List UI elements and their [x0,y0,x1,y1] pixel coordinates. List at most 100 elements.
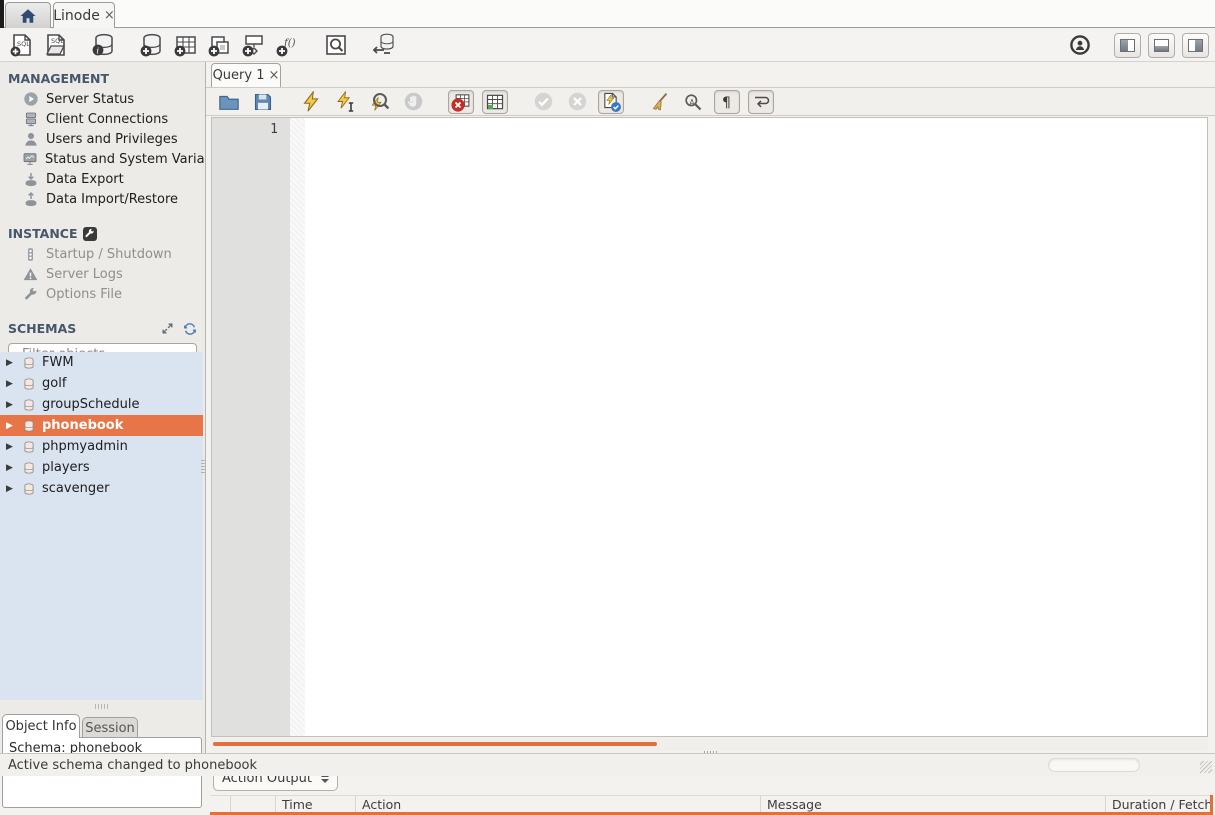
home-tab[interactable] [5,2,51,28]
instance-section-header: INSTANCE [0,217,205,244]
search-table-data-button[interactable] [322,31,350,59]
sidebar-item-users-privileges[interactable]: Users and Privileges [0,129,205,149]
user-account-button[interactable] [1066,31,1094,59]
column-duration[interactable]: Duration / Fetch [1106,796,1213,813]
create-table-icon [174,33,198,57]
management-title: MANAGEMENT [8,71,109,86]
sidebar-item-server-logs[interactable]: Server Logs [0,264,205,284]
sidebar-splitter[interactable] [0,700,203,713]
create-schema-button[interactable] [138,31,166,59]
toggle-right-sidebar-button[interactable] [1182,33,1209,58]
schema-row-phpmyadmin[interactable]: ▶ phpmyadmin [0,436,203,457]
schema-row-golf[interactable]: ▶ golf [0,373,203,394]
create-view-button[interactable] [206,31,234,59]
hscrollbar-thumb[interactable] [213,742,657,746]
sidebar-item-startup-shutdown[interactable]: Startup / Shutdown [0,244,205,264]
beautify-button[interactable] [646,90,672,114]
find-button[interactable]: A [680,90,706,114]
query-workspace: Query 1 × A ¶ 1 [205,62,1215,753]
column-message[interactable]: Message [761,796,1106,813]
database-icon [22,440,36,454]
close-icon[interactable]: × [269,68,280,83]
database-icon [22,398,36,412]
schema-row-phonebook[interactable]: ▶ phonebook [0,415,203,436]
save-script-button[interactable] [250,90,276,114]
window-tab-bar: Linode × [0,0,1215,28]
sync-database-button[interactable] [370,31,398,59]
create-table-button[interactable] [172,31,200,59]
editor-toolbar: A ¶ [206,87,1215,116]
schema-row-groupschedule[interactable]: ▶ groupSchedule [0,394,203,415]
new-query-tab-button[interactable]: SQL [8,31,36,59]
server-icon [22,111,39,127]
editor-hscrollbar[interactable] [211,738,1208,751]
schema-row-fwm[interactable]: ▶ FWM [0,352,203,373]
rollback-button[interactable] [564,90,590,114]
tab-session[interactable]: Session [82,717,138,738]
home-icon [19,7,37,25]
schema-inspector-button[interactable]: i [90,31,118,59]
tab-object-info[interactable]: Object Info [2,714,80,738]
connection-tab[interactable]: Linode × [53,2,115,28]
person-icon [22,131,39,147]
expander-icon[interactable]: ▶ [6,400,16,410]
limit-rows-button[interactable] [482,90,508,114]
commit-button[interactable] [530,90,556,114]
toggle-bottom-panel-button[interactable] [1148,33,1175,58]
object-info-tabs: Session Object Info [0,713,205,738]
open-sql-script-button[interactable]: SQL [42,31,70,59]
line-number: 1 [212,118,290,137]
search-table-data-icon [324,33,348,57]
main-toolbar: SQL SQL i f() [0,29,1215,62]
sidebar-item-data-import[interactable]: Data Import/Restore [0,189,205,209]
schema-inspector-icon: i [92,33,116,57]
database-icon [22,377,36,391]
sidebar-item-status-variables[interactable]: Status and System Variables [0,149,205,169]
expander-icon[interactable]: ▶ [6,463,16,473]
stop-button[interactable] [400,90,426,114]
toggle-autocommit-button[interactable] [598,90,624,114]
create-function-button[interactable]: f() [274,31,302,59]
explain-button[interactable] [366,90,392,114]
query-tab[interactable]: Query 1 × [211,63,281,87]
expander-icon[interactable]: ▶ [6,379,16,389]
toggle-invisibles-button[interactable]: ¶ [714,90,740,114]
toggle-wrap-button[interactable] [748,90,774,114]
query-tab-strip: Query 1 × [206,62,1215,87]
column-time[interactable]: Time [276,796,356,813]
expander-icon[interactable]: ▶ [6,484,16,494]
window-resize-grip[interactable] [1200,761,1212,773]
schema-row-scavenger[interactable]: ▶ scavenger [0,478,203,499]
execute-button[interactable] [298,90,324,114]
sidebar: MANAGEMENT Server Status Client Connecti… [0,62,205,753]
database-icon [22,461,36,475]
toggle-stop-on-error-button[interactable] [448,90,474,114]
toggle-left-sidebar-button[interactable] [1114,33,1141,58]
refresh-icon[interactable] [183,322,197,336]
svg-text:¶: ¶ [722,95,731,111]
sidebar-item-data-export[interactable]: Data Export [0,169,205,189]
schemas-section-header: SCHEMAS [0,312,205,339]
sidebar-item-client-connections[interactable]: Client Connections [0,109,205,129]
expander-icon[interactable]: ▶ [6,358,16,368]
column-action[interactable]: Action [356,796,761,813]
schema-row-players[interactable]: ▶ players [0,457,203,478]
sql-editor[interactable]: 1 [211,117,1208,737]
sidebar-item-server-status[interactable]: Server Status [0,89,205,109]
open-script-button[interactable] [216,90,242,114]
sync-database-icon [372,33,396,57]
column-index[interactable] [231,796,276,813]
sidebar-item-options-file[interactable]: Options File [0,284,205,304]
create-procedure-button[interactable] [240,31,268,59]
svg-text:i: i [96,46,99,56]
column-row-icon[interactable] [210,796,231,813]
new-sql-tab-icon: SQL [10,33,34,57]
wrench-icon [22,287,39,302]
close-icon[interactable]: × [104,8,115,23]
expander-icon[interactable]: ▶ [6,442,16,452]
window-edge [0,0,4,28]
expander-icon[interactable]: ▶ [6,421,16,431]
management-section-header: MANAGEMENT [0,62,205,89]
expand-icon[interactable] [161,322,174,335]
execute-current-button[interactable] [332,90,358,114]
